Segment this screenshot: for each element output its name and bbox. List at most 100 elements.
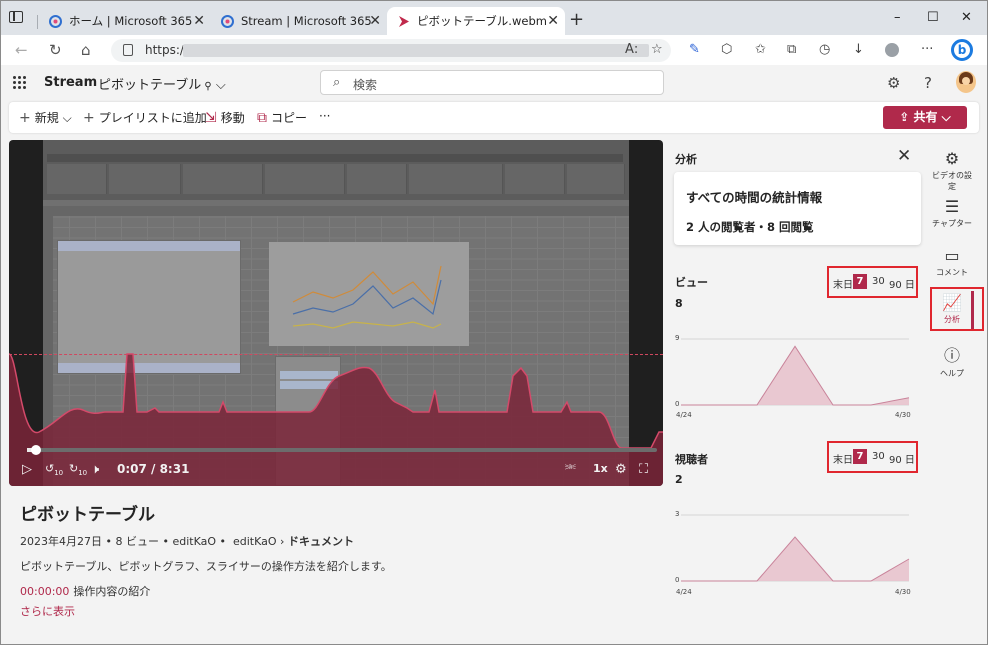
captions-icon[interactable]: ⎃ — [565, 462, 576, 477]
range-option-90-days[interactable]: 90 日 — [889, 276, 915, 291]
video-description: ピボットテーブル、ピボットグラフ、スライサーの操作方法を紹介します。 — [20, 560, 392, 573]
owner-name[interactable]: editKaO — [172, 535, 216, 548]
range-option-30[interactable]: 30 — [872, 451, 885, 462]
range-option-last-day[interactable]: 末日 — [833, 451, 853, 466]
play-icon[interactable]: ▷ — [22, 462, 32, 477]
document-title-menu[interactable]: ピボットテーブル ⚲ ⌵ — [98, 74, 226, 93]
help-question-icon[interactable]: ? — [924, 74, 932, 92]
playback-speed-button[interactable]: 1x — [593, 462, 608, 475]
rail-active-indicator — [971, 291, 974, 329]
back-icon[interactable]: ← — [15, 41, 28, 59]
upload-date: 2023年4月27日 — [20, 535, 102, 548]
viewers-area-fill — [681, 537, 909, 581]
profile-avatar[interactable] — [885, 43, 899, 57]
timeline-handle[interactable] — [30, 445, 41, 455]
browser-tab-home[interactable]: ホーム | Microsoft 365 ✕ — [39, 7, 211, 35]
close-window-button[interactable]: ✕ — [961, 10, 972, 25]
lock-icon — [123, 44, 133, 56]
path-owner-link[interactable]: editKaO — [233, 535, 277, 548]
search-box[interactable]: ⌕ 検索 — [320, 70, 664, 95]
favorite-star-icon[interactable]: ☆ — [651, 42, 663, 57]
plus-icon: + — [19, 110, 31, 126]
app-launcher-icon[interactable] — [13, 76, 27, 90]
share-icon: ⇪ — [899, 110, 914, 124]
video-overlay-waveform — [9, 353, 663, 486]
stream-header: Stream ピボットテーブル ⚲ ⌵ ⌕ 検索 ⚙ ? — [1, 65, 987, 99]
tab-actions-icon[interactable] — [9, 11, 23, 23]
chapter-timestamp-link[interactable]: 00:00:00 — [20, 585, 69, 598]
rail-chapters[interactable]: ☰ チャプター — [929, 197, 975, 229]
browser-tab-video[interactable]: ピボットテーブル.webm ✕ — [387, 7, 565, 35]
viewers-total: 2 — [675, 473, 683, 486]
chevron-down-icon: ⌵ — [62, 111, 72, 125]
share-button[interactable]: ⇪ 共有 ⌵ — [883, 106, 967, 129]
favorites-icon[interactable]: ✩ — [755, 42, 766, 57]
breadcrumb-chevron-icon: › — [280, 535, 285, 548]
maximize-button[interactable]: ☐ — [927, 10, 939, 25]
new-button[interactable]: + 新規 ⌵ — [19, 109, 72, 126]
chapter-label: 操作内容の紹介 — [73, 585, 151, 598]
browser-window: ホーム | Microsoft 365 ✕ Stream | Microsoft… — [0, 0, 988, 645]
video-player[interactable]: ▷ ↺10 ↻10 🕨 0:07 / 8:31 ⎃ 1x ⚙ ⛶ — [9, 140, 663, 486]
video-timeline-slider[interactable] — [27, 445, 657, 455]
refresh-icon[interactable]: ↻ — [49, 41, 62, 59]
extensions-puzzle-icon[interactable]: ⬡ — [721, 42, 732, 57]
browser-tab-label: ホーム | Microsoft 365 — [69, 14, 193, 28]
path-folder-link[interactable]: ドキュメント — [288, 535, 354, 548]
app-name[interactable]: Stream — [44, 75, 97, 90]
close-tab-icon[interactable]: ✕ — [547, 7, 559, 35]
minimize-button[interactable]: – — [894, 10, 901, 25]
home-icon[interactable]: ⌂ — [81, 41, 91, 59]
close-panel-icon[interactable]: ✕ — [897, 146, 911, 166]
copy-button[interactable]: ⧉ コピー — [257, 109, 307, 126]
range-option-90-days[interactable]: 90 日 — [889, 451, 915, 466]
viewers-ymin-label: 0 — [675, 576, 680, 584]
stream-play-icon — [399, 16, 409, 27]
rail-help[interactable]: ⓘ ヘルプ — [929, 342, 975, 379]
close-tab-icon[interactable]: ✕ — [369, 7, 381, 35]
m365-icon — [221, 15, 234, 28]
show-more-link[interactable]: さらに表示 — [20, 603, 75, 619]
extension-icon[interactable]: ✎ — [689, 42, 700, 57]
close-tab-icon[interactable]: ✕ — [193, 7, 205, 35]
browser-tab-stream[interactable]: Stream | Microsoft 365 ✕ — [211, 7, 387, 35]
rail-video-settings[interactable]: ⚙ ビデオの設定 — [929, 149, 975, 192]
tab-separator — [37, 15, 38, 29]
settings-gear-icon[interactable]: ⚙ — [887, 74, 900, 92]
history-icon[interactable]: ◷ — [819, 42, 830, 57]
more-commands-button[interactable]: ··· — [319, 109, 330, 123]
downloads-icon[interactable]: ↓ — [853, 42, 864, 57]
share-label: 共有 — [913, 110, 938, 124]
document-title: ピボットテーブル — [98, 78, 202, 93]
skip-forward-10-icon[interactable]: ↻10 — [69, 462, 87, 477]
player-settings-gear-icon[interactable]: ⚙ — [615, 462, 627, 477]
rail-comments[interactable]: ▭ コメント — [929, 246, 975, 278]
user-avatar[interactable] — [956, 71, 976, 93]
volume-icon[interactable]: 🕨 — [91, 462, 99, 477]
views-chart — [681, 338, 910, 406]
search-icon: ⌕ — [333, 75, 341, 90]
address-bar[interactable]: https:// — [111, 39, 671, 62]
plus-icon: + — [83, 110, 95, 126]
range-option-7-selected[interactable]: 7 — [853, 449, 867, 464]
add-to-playlist-button[interactable]: + プレイリストに追加 — [83, 109, 207, 126]
views-range-selector: 末日 7 30 90 日 — [827, 266, 918, 298]
range-option-7-selected[interactable]: 7 — [853, 274, 867, 289]
read-aloud-icon[interactable]: A꞉ — [625, 42, 638, 57]
m365-icon — [49, 15, 62, 28]
viewers-label: 視聴者 — [675, 453, 708, 466]
browser-tab-strip: ホーム | Microsoft 365 ✕ Stream | Microsoft… — [1, 1, 987, 35]
range-option-30[interactable]: 30 — [872, 276, 885, 287]
stats-summary: 2 人の閲覧者・8 回閲覧 — [686, 220, 814, 234]
range-option-last-day[interactable]: 末日 — [833, 276, 853, 291]
collections-icon[interactable]: ⧉ — [787, 42, 796, 57]
more-menu-icon[interactable]: ··· — [921, 42, 933, 57]
skip-back-10-icon[interactable]: ↺10 — [45, 462, 63, 477]
move-button[interactable]: ⇲ 移動 — [205, 109, 245, 126]
move-folder-icon: ⇲ — [205, 110, 217, 126]
search-placeholder: 検索 — [353, 78, 378, 92]
viewers-xstart-label: 4/24 — [676, 588, 692, 596]
fullscreen-icon[interactable]: ⛶ — [639, 462, 648, 477]
new-tab-button[interactable]: + — [569, 9, 584, 30]
bing-copilot-icon[interactable]: b — [951, 39, 973, 61]
